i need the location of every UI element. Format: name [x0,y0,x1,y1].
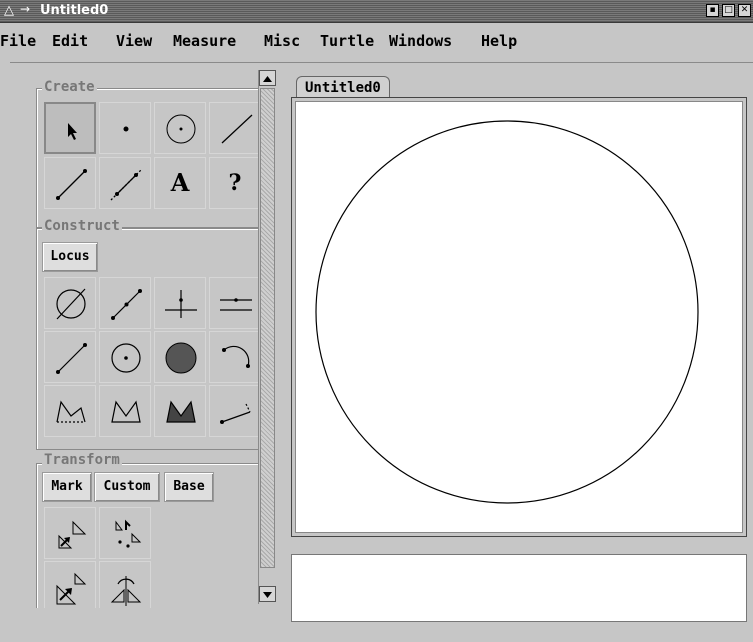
transform-group-label: Transform [42,452,122,468]
text-icon: A [170,168,190,197]
window-title: Untitled0 [40,3,109,18]
pointer-tool[interactable] [44,102,96,154]
point-tool[interactable] [99,102,151,154]
arc-icon [222,345,250,368]
tab-untitled0[interactable]: Untitled0 [296,76,390,99]
circle-icon [166,114,196,144]
line-tool[interactable] [99,157,151,209]
construct-group-label: Construct [42,218,122,234]
help-tool[interactable]: ? [209,157,258,209]
translate-tool[interactable] [44,507,96,559]
title-bar: △ → Untitled0 ▪ □ ✕ [0,0,753,23]
translate-icon [58,520,87,549]
intersection-tool[interactable] [44,277,96,329]
perpendicular-icon [165,290,197,318]
polyline-icon [56,400,86,423]
base-button[interactable]: Base [164,472,214,502]
text-tool[interactable]: A [154,157,206,209]
rotate-tool[interactable] [99,507,151,559]
segment-tool[interactable] [209,102,258,154]
circle-construct-tool[interactable] [99,331,151,383]
ray-icon [56,169,87,200]
arc-tool[interactable] [209,331,258,383]
vector-tool[interactable] [209,385,258,437]
pointer-icon [68,123,77,140]
app-icon[interactable]: △ [4,3,20,18]
drawn-circle[interactable] [315,120,699,504]
reflect-icon [110,576,142,606]
menu-file[interactable]: File [0,32,36,50]
pin-icon[interactable]: → [20,2,30,16]
mark-button[interactable]: Mark [42,472,92,502]
canvas-drawing [315,120,699,504]
dilate-tool[interactable] [44,561,96,608]
perpendicular-tool[interactable] [154,277,206,329]
locus-button[interactable]: Locus [42,242,98,272]
maximize-button[interactable]: □ [722,4,735,17]
circle-tool[interactable] [154,102,206,154]
menu-bar: File Edit View Measure Misc Turtle Windo… [0,32,753,56]
message-area[interactable] [291,554,747,622]
reflect-tool[interactable] [99,561,151,608]
segment-construct-tool[interactable] [44,331,96,383]
drawing-canvas[interactable] [295,101,743,533]
close-button[interactable]: ✕ [738,4,751,17]
menu-windows[interactable]: Windows [389,32,452,50]
filled-polygon-icon [166,400,196,423]
rotate-icon [115,519,142,548]
menu-view[interactable]: View [116,32,152,50]
help-icon: ? [228,170,242,196]
scroll-up-button[interactable] [259,70,276,86]
dilate-icon [56,572,87,605]
minimize-button[interactable]: ▪ [706,4,719,17]
arrow-up-icon [263,76,272,82]
menu-turtle[interactable]: Turtle [320,32,374,50]
midpoint-tool[interactable] [99,277,151,329]
vector-icon [220,403,251,424]
parallel-icon [220,298,252,311]
polyline-tool[interactable] [44,385,96,437]
scroll-thumb[interactable] [260,88,275,568]
filled-polygon-tool[interactable] [154,385,206,437]
menu-measure[interactable]: Measure [173,32,236,50]
line-icon [110,168,143,201]
segment-construct-icon [56,343,87,374]
parallel-tool[interactable] [209,277,258,329]
tool-panel-scrollbar[interactable] [258,70,276,604]
menu-help[interactable]: Help [481,32,517,50]
ray-tool[interactable] [44,157,96,209]
create-group-label: Create [42,79,97,95]
polygon-icon [111,400,141,423]
segment-icon [221,114,253,144]
tool-panel: Create A ? Construct Locus Transform Mar… [24,68,258,608]
polygon-tool[interactable] [99,385,151,437]
menu-edit[interactable]: Edit [52,32,88,50]
custom-button[interactable]: Custom [94,472,160,502]
arrow-down-icon [263,592,272,598]
scroll-down-button[interactable] [259,586,276,602]
intersection-icon [56,288,86,320]
point-icon [123,126,129,132]
disk-tool[interactable] [154,331,206,383]
disk-icon [165,342,197,374]
circle-construct-icon [111,343,141,373]
menu-misc[interactable]: Misc [264,32,300,50]
midpoint-icon [111,289,142,320]
